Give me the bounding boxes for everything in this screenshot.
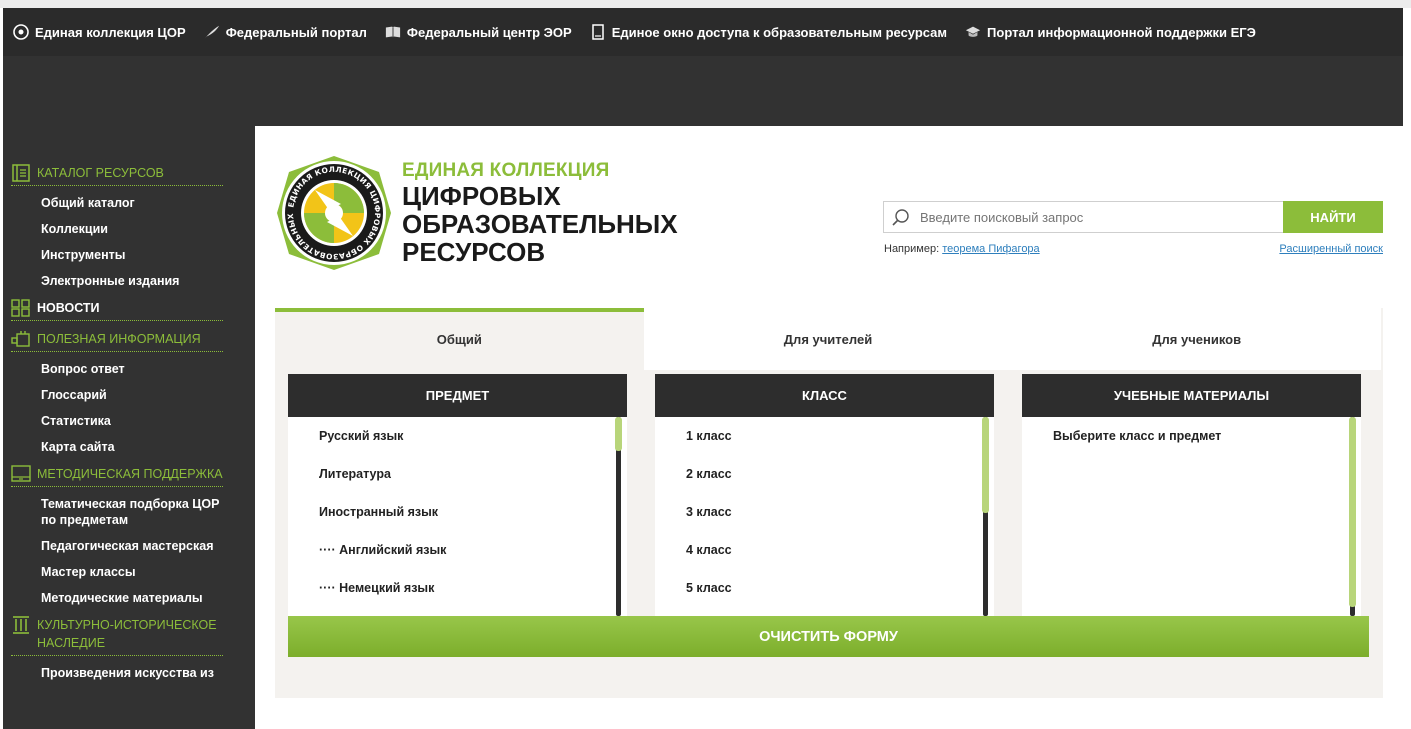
sidebar: Каталог ресурсов Общий каталог Коллекции… (3, 126, 255, 729)
grid-icon (11, 299, 30, 317)
top-nav-label: Федеральный центр ЭОР (406, 24, 572, 40)
columns-icon (13, 616, 29, 634)
sidebar-section-heritage: Культурно-историческое наследие Произвед… (3, 616, 255, 681)
brand-title-line: ЦИФРОВЫХ (402, 181, 561, 211)
brand-title-line: ОБРАЗОВАТЕЛЬНЫХ (402, 209, 678, 239)
brand-subtitle: ЕДИНАЯ КОЛЛЕКЦИЯ (402, 160, 610, 181)
search-example-link[interactable]: теорема Пифагора (942, 243, 1039, 255)
filter-panel: Общий Для учителей Для учеников ПРЕДМЕТ … (275, 308, 1383, 698)
top-nav-label: Единая коллекция ЦОР (35, 24, 186, 40)
sidebar-section-title: Методическая поддержка (37, 467, 223, 481)
grade-header: КЛАСС (655, 374, 994, 417)
top-nav-link-federal-portal[interactable]: Федеральный портал (204, 24, 367, 40)
sidebar-section-title: Культурно-историческое наследие (37, 618, 217, 650)
sidebar-section-header[interactable]: Каталог ресурсов (11, 164, 223, 186)
feather-icon (204, 24, 220, 40)
sidebar-item-glossary[interactable]: Глоссарий (41, 387, 221, 403)
sidebar-item-thematic-selection[interactable]: Тематическая подборка ЦОР по предметам (41, 496, 221, 528)
top-nav-link-federal-center[interactable]: Федеральный центр ЭОР (385, 24, 572, 40)
subject-item[interactable]: ···· Немецкий язык (319, 569, 627, 607)
brand-title: ЦИФРОВЫХ ОБРАЗОВАТЕЛЬНЫХ РЕСУРСОВ (402, 182, 678, 266)
grade-item[interactable]: 4 класс (686, 531, 994, 569)
search-bar: НАЙТИ (883, 201, 1383, 233)
sidebar-item-master-classes[interactable]: Мастер классы (41, 564, 221, 580)
search-icon (892, 209, 909, 226)
sidebar-section-header[interactable]: Новости (11, 299, 223, 321)
sidebar-section-title: Полезная информация (37, 332, 201, 346)
sidebar-section-title: Каталог ресурсов (37, 166, 164, 180)
materials-scroll-thumb[interactable] (1349, 417, 1356, 607)
sidebar-item-collections[interactable]: Коллекции (41, 221, 221, 237)
top-nav-link-cor[interactable]: Единая коллекция ЦОР (13, 24, 186, 40)
grade-item[interactable]: 5 класс (686, 569, 994, 607)
sidebar-section-methodical: Методическая поддержка Тематическая подб… (3, 465, 255, 606)
sidebar-section-useful-info: Полезная информация Вопрос ответ Глоссар… (3, 330, 255, 455)
materials-column: УЧЕБНЫЕ МАТЕРИАЛЫ Выберите класс и предм… (1022, 374, 1361, 618)
tab-general[interactable]: Общий (275, 308, 644, 370)
sidebar-item-methodical-materials[interactable]: Методические материалы (41, 590, 221, 606)
sidebar-item-statistics[interactable]: Статистика (41, 413, 221, 429)
grade-item[interactable]: 1 класс (686, 417, 994, 455)
subject-column: ПРЕДМЕТ Русский язык Литература Иностран… (288, 374, 627, 618)
sidebar-section-news: Новости (3, 299, 255, 321)
search-input[interactable] (920, 209, 1260, 225)
top-nav-label: Портал информационной поддержки ЕГЭ (987, 24, 1256, 40)
graduation-cap-icon (965, 24, 981, 40)
filter-tabs: Общий Для учителей Для учеников (275, 308, 1382, 370)
grade-scroll-thumb[interactable] (982, 417, 989, 513)
top-nav-link-ege[interactable]: Портал информационной поддержки ЕГЭ (965, 24, 1256, 40)
sidebar-item-pedagogical-workshop[interactable]: Педагогическая мастерская (41, 538, 221, 554)
info-blocks-icon (11, 331, 30, 347)
main-content: ЕДИНАЯ КОЛЛЕКЦИЯ ЦИФРОВЫХ ОБРАЗОВАТЕЛЬНЫ… (255, 126, 1403, 729)
subject-header: ПРЕДМЕТ (288, 374, 627, 417)
catalog-icon (12, 164, 30, 182)
subject-item[interactable]: Иностранный язык (319, 493, 627, 531)
tab-teachers[interactable]: Для учителей (643, 308, 1013, 370)
sidebar-section-header[interactable]: Методическая поддержка (11, 465, 223, 487)
top-nav-link-single-window[interactable]: Единое окно доступа к образовательным ре… (590, 24, 947, 40)
top-nav-label: Федеральный портал (225, 24, 367, 40)
advanced-search-link[interactable]: Расширенный поиск (1279, 243, 1383, 255)
search-example: Например: теорема Пифагора (884, 243, 1040, 255)
search-button[interactable]: НАЙТИ (1283, 201, 1383, 233)
search-example-prefix: Например: (884, 243, 940, 255)
disc-icon (13, 24, 29, 40)
clear-form-button[interactable]: ОЧИСТИТЬ ФОРМУ (288, 616, 1369, 657)
book-icon (385, 24, 401, 40)
subject-scroll-thumb[interactable] (615, 417, 622, 451)
grade-column: КЛАСС 1 класс 2 класс 3 класс 4 класс 5 … (655, 374, 994, 618)
subject-item[interactable]: ···· Английский язык (319, 531, 627, 569)
top-nav-label: Единое окно доступа к образовательным ре… (611, 24, 948, 40)
grade-item[interactable]: 2 класс (686, 455, 994, 493)
search-field (883, 201, 1283, 233)
grade-item[interactable]: 3 класс (686, 493, 994, 531)
sidebar-item-general-catalog[interactable]: Общий каталог (41, 195, 221, 211)
sidebar-section-title: Новости (37, 301, 100, 315)
sidebar-item-e-editions[interactable]: Электронные издания (41, 273, 221, 289)
document-icon (590, 24, 606, 40)
top-navigation: Единая коллекция ЦОР Федеральный портал … (3, 8, 1403, 56)
sidebar-item-artworks[interactable]: Произведения искусства из (41, 665, 221, 681)
sidebar-item-tools[interactable]: Инструменты (41, 247, 221, 263)
subject-item[interactable]: Русский язык (319, 417, 627, 455)
materials-header: УЧЕБНЫЕ МАТЕРИАЛЫ (1022, 374, 1361, 417)
browser-top-edge (0, 0, 1411, 8)
subject-item[interactable]: Литература (319, 455, 627, 493)
sidebar-section-header[interactable]: Полезная информация (11, 330, 223, 352)
tab-students[interactable]: Для учеников (1012, 308, 1382, 370)
sidebar-item-faq[interactable]: Вопрос ответ (41, 361, 221, 377)
sidebar-section-catalog: Каталог ресурсов Общий каталог Коллекции… (3, 164, 255, 289)
header-band (3, 56, 1403, 126)
brand-title-line: РЕСУРСОВ (402, 237, 546, 267)
monitor-icon (11, 465, 31, 482)
logo-emblem[interactable]: ЕДИНАЯ КОЛЛЕКЦИЯ ЦИФРОВЫХ ОБРАЗОВАТЕЛЬНЫ… (275, 154, 393, 272)
sidebar-section-header[interactable]: Культурно-историческое наследие (11, 616, 223, 656)
sidebar-item-sitemap[interactable]: Карта сайта (41, 439, 221, 455)
materials-placeholder: Выберите класс и предмет (1053, 429, 1222, 443)
